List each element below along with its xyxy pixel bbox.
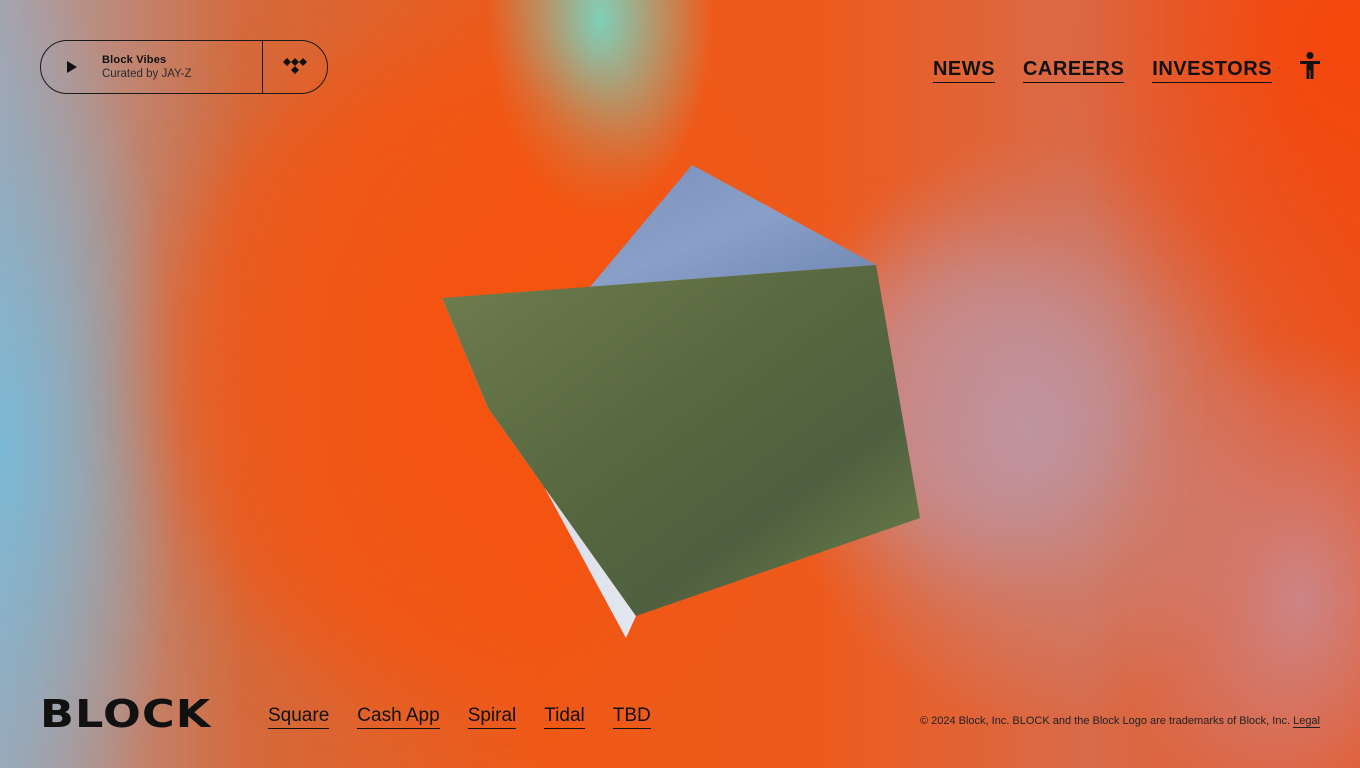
brand-link-square[interactable]: Square [268, 705, 330, 729]
hero-3d-shape [442, 165, 920, 638]
legal-notice: © 2024 Block, Inc. BLOCK and the Block L… [919, 715, 1320, 728]
player-title: Block Vibes [102, 54, 167, 66]
copyright-text: © 2024 Block, Inc. BLOCK and the Block L… [919, 715, 1291, 727]
nav-investors[interactable]: INVESTORS [1152, 58, 1272, 83]
play-button[interactable]: Block Vibes Curated by JAY-Z [41, 41, 262, 93]
brand-link-spiral[interactable]: Spiral [467, 705, 517, 729]
block-logo[interactable]: BLOCK [40, 695, 211, 733]
legal-link[interactable]: Legal [1293, 715, 1320, 728]
brand-link-tidal[interactable]: Tidal [544, 705, 585, 729]
shape-front-face [442, 265, 920, 616]
brand-links: Square Cash App Spiral Tidal TBD [268, 705, 651, 729]
music-player: Block Vibes Curated by JAY-Z [40, 40, 328, 94]
play-icon [67, 61, 77, 73]
top-nav: NEWS CAREERS INVESTORS [932, 58, 1272, 83]
tidal-icon [283, 58, 307, 74]
player-info: Block Vibes Curated by JAY-Z [102, 53, 191, 81]
tidal-button[interactable] [263, 41, 327, 93]
nav-news[interactable]: NEWS [932, 58, 995, 83]
brand-link-tbd[interactable]: TBD [612, 705, 651, 729]
accessibility-icon[interactable] [1298, 52, 1322, 80]
brand-link-cash-app[interactable]: Cash App [357, 705, 440, 729]
player-subtitle: Curated by JAY-Z [102, 68, 192, 80]
nav-careers[interactable]: CAREERS [1022, 58, 1125, 83]
